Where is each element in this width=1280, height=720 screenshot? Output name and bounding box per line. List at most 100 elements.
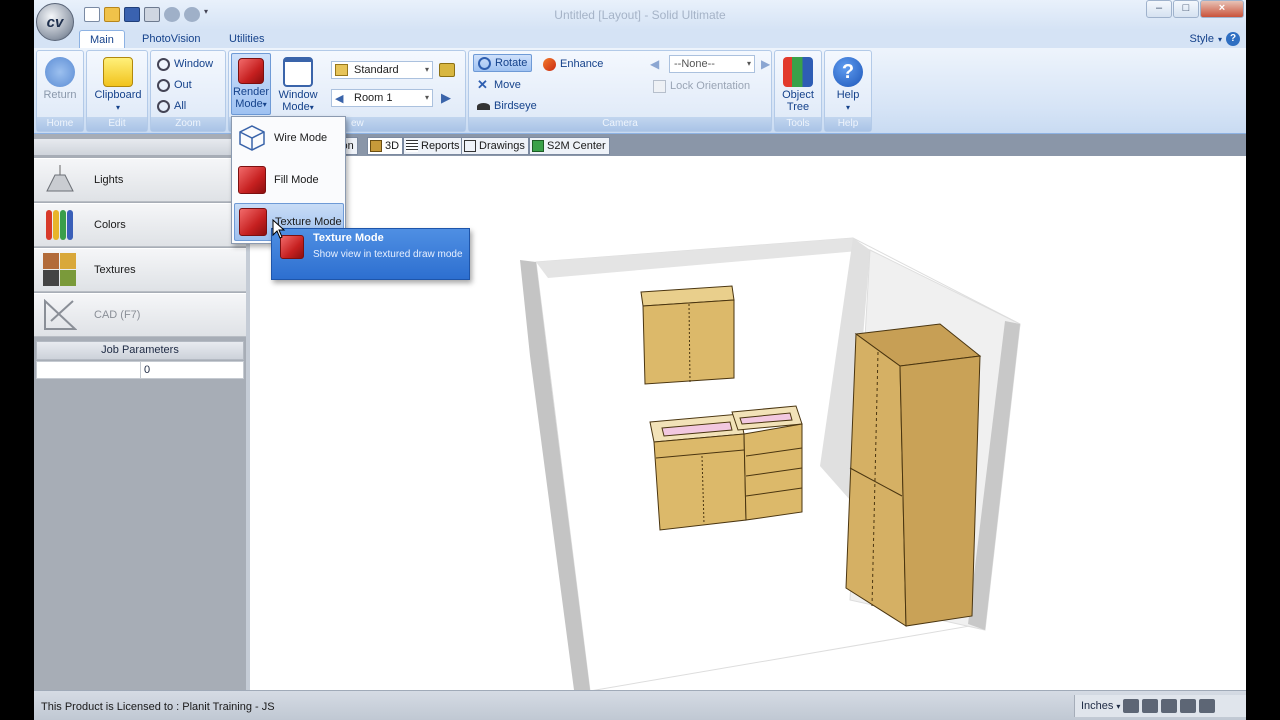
next-room-icon[interactable]: ▶ xyxy=(441,90,451,106)
return-label: Return xyxy=(43,89,77,101)
help-button[interactable]: ? Help ▾ xyxy=(826,53,870,115)
app-screen: ▾ Untitled [Layout] - Solid Ultimate – □… xyxy=(0,0,1280,720)
panel-item-cad[interactable]: CAD (F7) xyxy=(34,293,246,337)
job-parameter-name xyxy=(37,362,141,378)
drawings-icon xyxy=(464,140,476,152)
window-controls: – □ × xyxy=(1146,0,1244,18)
units-value: Inches xyxy=(1081,700,1114,712)
grid-icon[interactable] xyxy=(1142,699,1159,713)
units-selector[interactable]: Inches ▾ xyxy=(1074,695,1246,717)
tooltip-description: Show view in textured draw mode xyxy=(313,249,463,260)
prev-view-icon[interactable]: ◀ xyxy=(650,57,659,71)
panel-item-lights[interactable]: Lights xyxy=(34,158,246,202)
render-mode-menu: Wire Mode Fill Mode Texture Mode xyxy=(231,116,346,244)
enhance-label: Enhance xyxy=(560,58,604,70)
style-label: Style xyxy=(1189,33,1214,45)
zoom-out-button[interactable]: Out xyxy=(157,76,192,94)
saved-view-value: --None-- xyxy=(674,58,715,70)
colors-label: Colors xyxy=(94,219,126,231)
zoom-all-button[interactable]: All xyxy=(157,97,186,115)
doc-tab-3d-label: 3D xyxy=(385,140,400,152)
left-panel-header xyxy=(34,139,246,155)
view-standard-select[interactable]: Standard ▾ xyxy=(331,61,433,79)
doc-tab-s2m-center[interactable]: S2M Center xyxy=(529,137,610,155)
object-tree-button[interactable]: Object Tree xyxy=(776,53,820,115)
doc-tab-reports[interactable]: Reports xyxy=(403,137,464,155)
style-menu[interactable]: Style ▾ ? xyxy=(1190,32,1240,46)
title-bar: ▾ Untitled [Layout] - Solid Ultimate – □… xyxy=(34,0,1246,30)
close-button[interactable]: × xyxy=(1200,0,1244,18)
panel-item-textures[interactable]: Textures xyxy=(34,248,246,292)
ortho-icon[interactable] xyxy=(1161,699,1178,713)
zoom-window-button[interactable]: Window xyxy=(157,55,213,73)
job-parameter-value[interactable]: 0 xyxy=(141,362,243,378)
tooltip-title: Texture Mode xyxy=(313,232,384,244)
wire-mode-label: Wire Mode xyxy=(274,132,328,144)
enhance-button[interactable]: Enhance xyxy=(543,55,603,73)
zoom-window-label: Window xyxy=(174,58,214,70)
minimize-button[interactable]: – xyxy=(1146,0,1172,18)
maximize-button[interactable]: □ xyxy=(1173,0,1199,18)
snap-icon[interactable] xyxy=(1123,699,1140,713)
menu-item-wire-mode[interactable]: Wire Mode xyxy=(234,119,344,157)
application-menu-button[interactable]: cv xyxy=(36,3,74,41)
group-label-camera: Camera xyxy=(469,117,771,131)
chevron-down-icon: ▾ xyxy=(1116,701,1121,711)
lights-label: Lights xyxy=(94,174,124,186)
window-mode-button[interactable]: Window Mode▾ xyxy=(275,53,321,115)
return-button[interactable]: Return xyxy=(38,53,82,115)
room-select[interactable]: ◀ Room 1 ▾ xyxy=(331,89,433,107)
layers-icon[interactable] xyxy=(1199,699,1216,713)
group-label-tools: Tools xyxy=(775,117,821,131)
render-mode-button[interactable]: Render Mode▾ xyxy=(231,53,271,115)
prev-room-icon: ◀ xyxy=(335,93,344,105)
group-zoom: Window Out All Zoom xyxy=(150,50,226,132)
birdseye-button[interactable]: Birdseye xyxy=(477,97,537,115)
doc-tab-drawings[interactable]: Drawings xyxy=(461,137,529,155)
next-view-icon[interactable]: ▶ xyxy=(761,57,770,71)
left-letterbox xyxy=(0,0,34,720)
reports-icon xyxy=(406,140,418,152)
help-label: Help xyxy=(836,89,860,101)
menu-item-fill-mode[interactable]: Fill Mode xyxy=(234,161,344,199)
zoom-out-label: Out xyxy=(174,79,192,91)
clipboard-button[interactable]: Clipboard ▾ xyxy=(88,53,148,115)
mouse-cursor-icon xyxy=(272,219,286,239)
rotate-button[interactable]: Rotate xyxy=(473,54,533,72)
group-label-help: Help xyxy=(825,117,871,131)
group-label-edit: Edit xyxy=(87,117,147,131)
help-icon[interactable]: ? xyxy=(1226,32,1240,46)
doc-tab-3d[interactable]: 3D xyxy=(367,137,404,155)
zoom-all-label: All xyxy=(174,100,187,112)
group-label-zoom: Zoom xyxy=(151,117,225,131)
paint-tubes-icon xyxy=(40,207,80,243)
texture-cube-icon xyxy=(239,208,267,236)
ribbon: Return Home Clipboard ▾ Edit Window Out A… xyxy=(34,48,1246,134)
rotate-icon xyxy=(478,56,491,70)
app-logo: cv xyxy=(46,13,64,31)
job-parameters-header: Job Parameters xyxy=(36,341,244,360)
tab-main[interactable]: Main xyxy=(79,30,125,48)
group-camera: Rotate ✕ Move Birdseye Enhance ◀ --None--… xyxy=(468,50,772,132)
checkbox-icon xyxy=(653,79,666,93)
view-settings-icon[interactable] xyxy=(439,63,455,77)
cad-label: CAD (F7) xyxy=(94,309,141,321)
window-mode-label-2: Mode xyxy=(282,101,310,113)
rotate-label: Rotate xyxy=(495,57,528,69)
birdseye-icon xyxy=(477,102,490,110)
panel-item-colors[interactable]: Colors xyxy=(34,203,246,247)
tab-photovision[interactable]: PhotoVision xyxy=(132,30,211,48)
clipboard-icon xyxy=(103,57,133,87)
tab-utilities[interactable]: Utilities xyxy=(219,30,274,48)
fill-cube-icon xyxy=(238,166,266,194)
return-arrow-icon xyxy=(45,57,75,87)
saved-view-select[interactable]: --None-- ▾ xyxy=(669,55,755,73)
measure-icon[interactable] xyxy=(1180,699,1197,713)
standard-value: Standard xyxy=(354,64,399,76)
move-button[interactable]: ✕ Move xyxy=(477,76,521,94)
chevron-down-icon: ▾ xyxy=(746,59,751,68)
doc-tab-reports-label: Reports xyxy=(421,140,460,152)
lock-orientation-checkbox[interactable]: Lock Orientation xyxy=(653,77,750,95)
3d-box-icon xyxy=(370,140,382,152)
tall-pantry-cabinet xyxy=(845,323,982,627)
